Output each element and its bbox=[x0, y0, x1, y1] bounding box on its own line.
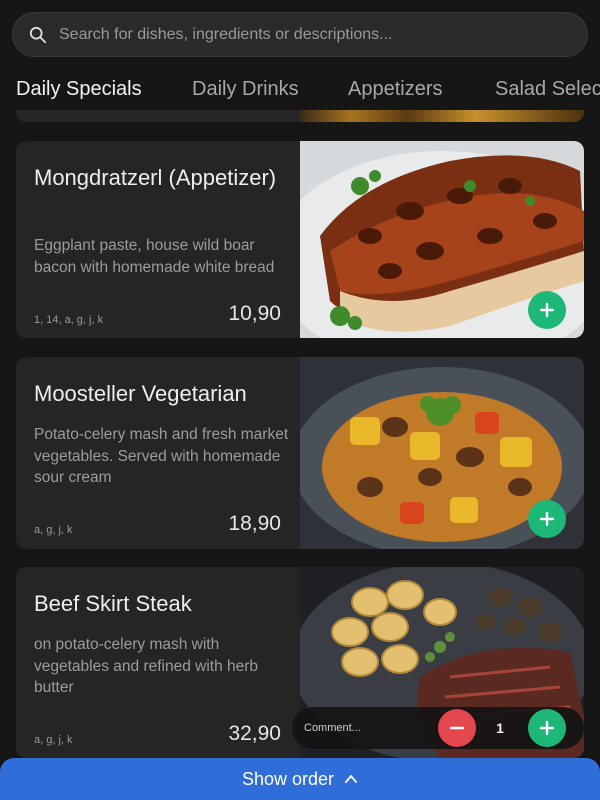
add-to-order-button[interactable] bbox=[528, 291, 566, 329]
dish-price: 18,90 bbox=[228, 512, 281, 535]
previous-dish-card bbox=[16, 110, 584, 122]
quantity-value: 1 bbox=[496, 720, 504, 736]
dish-card[interactable]: Mongdratzerl (Appetizer) Eggplant paste,… bbox=[16, 141, 584, 338]
category-tabs: Daily Specials Daily Drinks Appetizers S… bbox=[0, 72, 600, 112]
dish-allergens: 1, 14, a, g, j, k bbox=[34, 314, 104, 326]
tab-daily-drinks[interactable]: Daily Drinks bbox=[192, 78, 299, 101]
comment-input[interactable] bbox=[304, 717, 414, 739]
tab-daily-specials[interactable]: Daily Specials bbox=[16, 78, 142, 101]
dish-card[interactable]: Moosteller Vegetarian Potato-celery mash… bbox=[16, 357, 584, 549]
dish-price: 10,90 bbox=[228, 302, 281, 325]
show-order-button[interactable]: Show order bbox=[0, 758, 600, 800]
chevron-up-icon bbox=[345, 775, 357, 783]
search-bar[interactable] bbox=[12, 12, 588, 57]
search-input[interactable] bbox=[59, 25, 587, 44]
dish-title: Beef Skirt Steak bbox=[34, 591, 192, 616]
show-order-label: Show order bbox=[241, 768, 335, 789]
dish-allergens: a, g, j, k bbox=[34, 524, 73, 536]
dish-title: Moosteller Vegetarian bbox=[34, 381, 247, 406]
decrease-quantity-button[interactable] bbox=[438, 709, 476, 747]
dish-description: Eggplant paste, house wild boar bacon wi… bbox=[34, 237, 275, 276]
order-controls: 1 bbox=[292, 707, 584, 749]
dish-title: Mongdratzerl (Appetizer) bbox=[34, 165, 277, 190]
tab-salad-selection[interactable]: Salad Selec bbox=[495, 78, 600, 101]
plus-icon bbox=[539, 720, 555, 736]
search-icon bbox=[29, 26, 47, 43]
minus-icon bbox=[449, 726, 465, 730]
dish-description: on potato-celery mash with vegetables an… bbox=[34, 636, 259, 696]
dish-allergens: a, g, j, k bbox=[34, 734, 73, 746]
plus-icon bbox=[539, 511, 555, 527]
previous-dish-photo bbox=[300, 110, 584, 122]
tab-appetizers[interactable]: Appetizers bbox=[348, 78, 443, 101]
plus-icon bbox=[539, 302, 555, 318]
add-to-order-button[interactable] bbox=[528, 500, 566, 538]
dish-price: 32,90 bbox=[228, 722, 281, 745]
dish-description: Potato-celery mash and fresh market vege… bbox=[34, 426, 289, 486]
increase-quantity-button[interactable] bbox=[528, 709, 566, 747]
